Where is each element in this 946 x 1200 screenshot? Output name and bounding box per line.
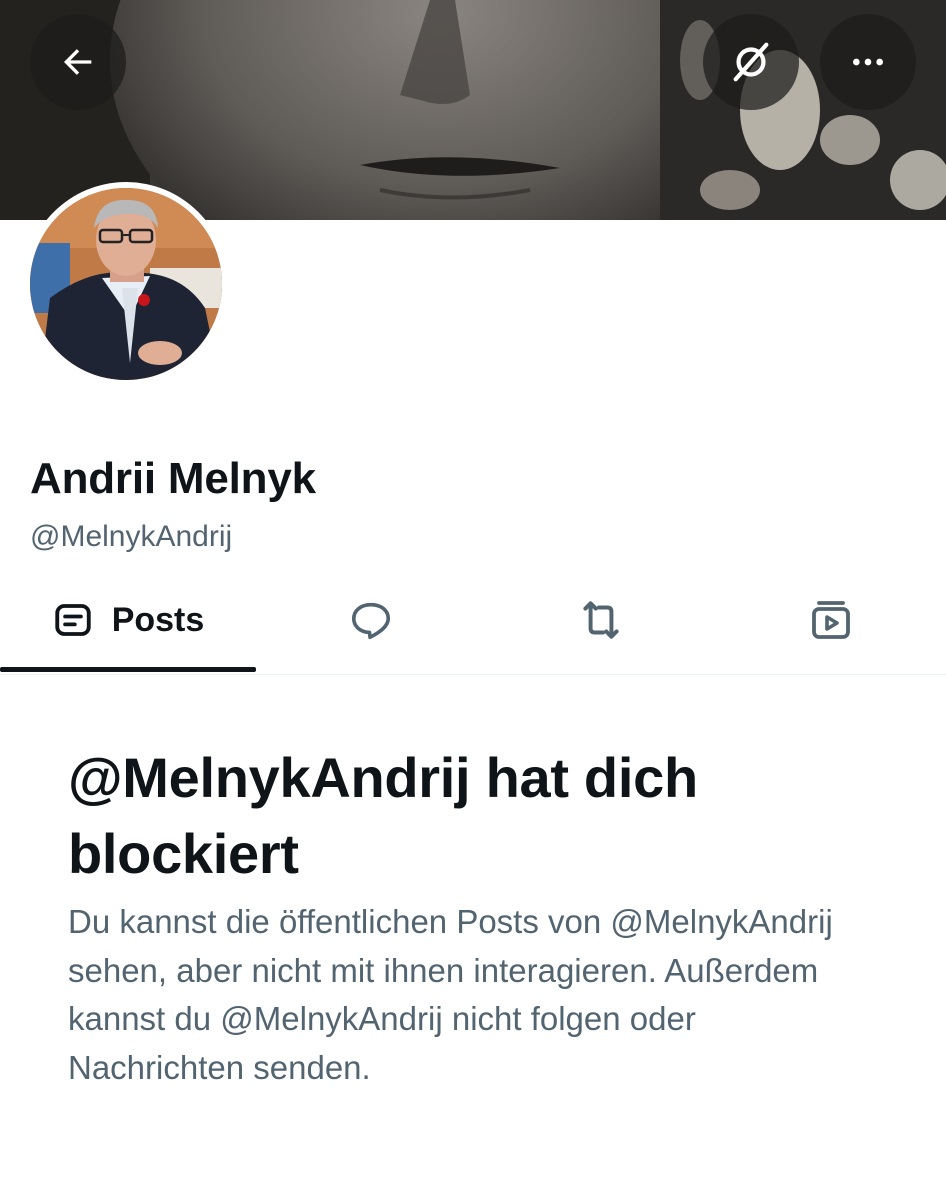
grok-icon (733, 42, 769, 82)
blocked-title: @MelnykAndrij hat dich blockiert (68, 746, 698, 885)
avatar[interactable] (24, 182, 228, 386)
posts-icon (55, 604, 91, 636)
profile-display-name: Andrii Melnyk (30, 454, 316, 503)
arrow-left-icon (64, 49, 92, 75)
media-icon (812, 601, 850, 639)
tab-posts[interactable]: Posts (0, 570, 256, 670)
active-tab-indicator (0, 667, 256, 672)
more-button[interactable] (820, 14, 916, 110)
tab-replies[interactable] (256, 570, 486, 670)
repost-icon (583, 601, 619, 639)
tab-media[interactable] (716, 570, 946, 670)
more-horizontal-icon (853, 58, 883, 66)
tab-posts-label: Posts (111, 600, 205, 639)
avatar-photo (30, 188, 222, 380)
tab-reposts[interactable] (486, 570, 716, 670)
back-button[interactable] (30, 14, 126, 110)
blocked-description: Du kannst die öffentlichen Posts von @Me… (68, 903, 833, 1086)
grok-button[interactable] (703, 14, 799, 110)
profile-handle: @MelnykAndrij (30, 520, 233, 553)
replies-icon (351, 602, 391, 640)
profile-tabs: Posts (0, 570, 946, 675)
